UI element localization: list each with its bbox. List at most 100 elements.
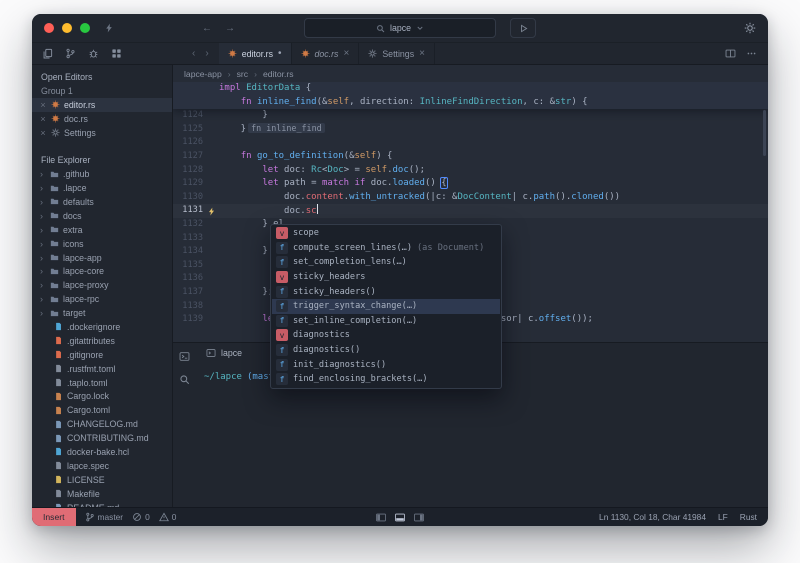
editor-scrollbar[interactable] (763, 110, 766, 156)
line-ending[interactable]: LF (718, 512, 728, 522)
explorer-item-lapce-core[interactable]: › lapce-core (32, 264, 172, 278)
editor-group-label: Group 1 (41, 85, 73, 96)
completion-item[interactable]: f trigger_syntax_change(…) (272, 298, 500, 314)
terminal-tab-lapce[interactable]: lapce (198, 343, 250, 362)
code-line-1130[interactable]: 1130 doc.content.with_untracked(|c: &Doc… (173, 191, 768, 205)
explorer-item-CONTRIBUTING.md[interactable]: CONTRIBUTING.md (32, 431, 172, 445)
code-line[interactable]: impl EditorData { (173, 82, 768, 96)
code-line-1129[interactable]: 1129 let path = match if doc.loaded() { (173, 177, 768, 191)
explorer-item-.taplo.toml[interactable]: .taplo.toml (32, 376, 172, 390)
code-line-1124[interactable]: 1124 } (173, 109, 768, 123)
explorer-item-lapce.spec[interactable]: lapce.spec (32, 459, 172, 473)
explorer-item-lapce-rpc[interactable]: › lapce-rpc (32, 292, 172, 306)
explorer-item-Cargo.lock[interactable]: Cargo.lock (32, 389, 172, 403)
completion-item[interactable]: f diagnostics() (272, 343, 500, 358)
explorer-item-docs[interactable]: › docs (32, 209, 172, 223)
explorer-item-lapce-app[interactable]: › lapce-app (32, 251, 172, 265)
tab-back-button[interactable]: ‹ (192, 48, 195, 59)
completion-item[interactable]: f set_completion_lens(…) (272, 255, 500, 270)
terminal-icon[interactable] (179, 351, 190, 362)
explorer-item-.gitattributes[interactable]: .gitattributes (32, 334, 172, 348)
close-tab-icon[interactable]: × (343, 48, 349, 59)
explorer-item-.github[interactable]: › .github (32, 167, 172, 181)
close-window-button[interactable] (44, 23, 54, 33)
git-branch-indicator[interactable]: master (85, 512, 123, 522)
file-explorer-icon[interactable] (42, 48, 53, 59)
explorer-item-.dockerignore[interactable]: .dockerignore (32, 320, 172, 334)
explorer-item-.lapce[interactable]: › .lapce (32, 181, 172, 195)
cursor-position[interactable]: Ln 1130, Col 18, Char 41984 (599, 512, 706, 522)
explorer-item-Cargo.toml[interactable]: Cargo.toml (32, 403, 172, 417)
warning-indicator[interactable]: 0 (158, 512, 176, 522)
explorer-item-defaults[interactable]: › defaults (32, 195, 172, 209)
run-button[interactable] (510, 18, 536, 38)
language-mode[interactable]: Rust (740, 512, 757, 522)
plugins-icon[interactable] (111, 48, 122, 59)
explorer-item-LICENSE[interactable]: LICENSE (32, 473, 172, 487)
code-line-1126[interactable]: 1126 (173, 136, 768, 150)
open-editors-header[interactable]: Open Editors (32, 70, 172, 84)
breadcrumb-folder[interactable]: lapce-app (184, 69, 222, 79)
breadcrumb-folder[interactable]: src (237, 69, 248, 79)
file-explorer-header[interactable]: File Explorer (32, 153, 172, 167)
close-tab-icon[interactable]: × (419, 48, 425, 59)
explorer-item-target[interactable]: › target (32, 306, 172, 320)
toggle-left-panel-icon[interactable] (376, 512, 387, 523)
completion-item[interactable]: v diagnostics (272, 328, 500, 343)
command-palette-button[interactable]: lapce (304, 18, 496, 38)
completion-item[interactable]: f compute_screen_lines(…) (as Document) (272, 241, 500, 256)
close-editor-icon[interactable]: × (39, 100, 47, 110)
line-number: 1132 (182, 218, 203, 229)
toggle-bottom-panel-icon[interactable] (395, 512, 406, 523)
completion-item[interactable]: v sticky_headers (272, 270, 500, 285)
code-line-1131[interactable]: 1131 doc.sc (173, 203, 768, 218)
split-editor-icon[interactable] (725, 48, 736, 59)
completion-item[interactable]: v scope (272, 226, 500, 241)
debug-icon[interactable] (88, 48, 99, 59)
explorer-item-lapce-proxy[interactable]: › lapce-proxy (32, 278, 172, 292)
token: str (555, 96, 572, 107)
panel-search-icon[interactable] (179, 374, 190, 385)
breadcrumb-file[interactable]: editor.rs (263, 69, 294, 79)
maximize-window-button[interactable] (80, 23, 90, 33)
back-button[interactable]: ← (202, 23, 212, 34)
explorer-item-label: docs (63, 210, 82, 221)
minimize-window-button[interactable] (62, 23, 72, 33)
code-line-1127[interactable]: 1127 fn go_to_definition(&self) { (173, 150, 768, 164)
source-control-icon[interactable] (65, 48, 76, 59)
function-kind-icon: f (276, 241, 288, 254)
explorer-item-docker-bake.hcl[interactable]: docker-bake.hcl (32, 445, 172, 459)
code-line[interactable]: fn inline_find(&self, direction: InlineF… (173, 96, 768, 110)
tab-editor.rs[interactable]: editor.rs • (218, 43, 292, 64)
settings-gear-icon[interactable] (744, 22, 756, 34)
completion-item[interactable]: f find_enclosing_brackets(…) (272, 372, 500, 387)
tab-forward-button[interactable]: › (205, 48, 208, 59)
token: : (300, 164, 312, 175)
forward-button[interactable]: → (225, 23, 235, 34)
explorer-item-Makefile[interactable]: Makefile (32, 487, 172, 501)
chevron-right-icon: › (40, 196, 43, 207)
explorer-item-.rustfmt.toml[interactable]: .rustfmt.toml (32, 362, 172, 376)
explorer-item-extra[interactable]: › extra (32, 223, 172, 237)
tab-doc.rs[interactable]: doc.rs × (292, 43, 360, 64)
code-line-1128[interactable]: 1128 let doc: Rc<Doc> = self.doc(); (173, 164, 768, 178)
tab-Settings[interactable]: Settings × (359, 43, 435, 64)
explorer-item-icons[interactable]: › icons (32, 237, 172, 251)
explorer-item-.gitignore[interactable]: .gitignore (32, 348, 172, 362)
mode-indicator[interactable]: Insert (32, 508, 76, 526)
open-editor-doc.rs[interactable]: × doc.rs (32, 112, 172, 126)
completion-item[interactable]: f sticky_headers() (272, 284, 500, 299)
open-editor-Settings[interactable]: × Settings (32, 126, 172, 140)
tab-menu-icon[interactable] (746, 48, 757, 59)
toggle-right-panel-icon[interactable] (414, 512, 425, 523)
open-editor-editor.rs[interactable]: × editor.rs (32, 97, 172, 112)
close-editor-icon[interactable]: × (39, 114, 47, 124)
code-text: fn go_to_definition(&self) { (219, 150, 393, 164)
token: path (284, 178, 306, 189)
completion-item[interactable]: f set_inline_completion(…) (272, 314, 500, 329)
code-line-1125[interactable]: 1125 } fn inline_find (173, 123, 768, 137)
close-editor-icon[interactable]: × (39, 128, 47, 138)
completion-item[interactable]: f init_diagnostics() (272, 357, 500, 372)
explorer-item-CHANGELOG.md[interactable]: CHANGELOG.md (32, 417, 172, 431)
error-indicator[interactable]: 0 (132, 512, 150, 522)
